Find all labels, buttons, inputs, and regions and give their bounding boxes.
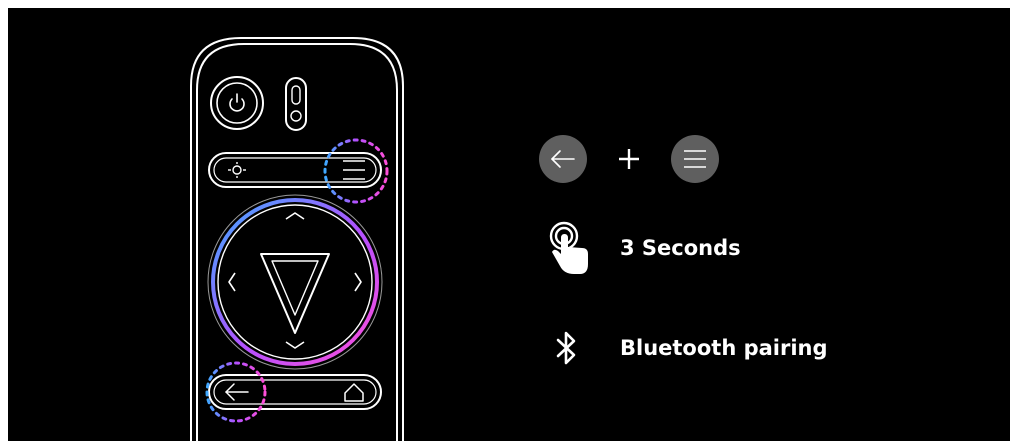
diagram-canvas: 3 Seconds Bluetooth pairing	[8, 8, 1010, 441]
mic-button[interactable]	[285, 77, 307, 131]
bluetooth-pairing-label: Bluetooth pairing	[620, 336, 828, 360]
nav-ring[interactable]	[207, 194, 383, 370]
bluetooth-instruction: Bluetooth pairing	[556, 328, 828, 368]
back-button[interactable]	[539, 135, 587, 183]
hold-instruction: 3 Seconds	[548, 220, 741, 276]
plus-icon	[587, 148, 671, 170]
home-icon[interactable]	[344, 383, 364, 402]
menu-button[interactable]	[671, 135, 719, 183]
chevron-down-icon[interactable]	[285, 341, 305, 349]
remote-menu-icon[interactable]	[343, 160, 365, 180]
power-icon	[229, 93, 245, 112]
brightness-icon[interactable]	[228, 162, 246, 178]
button-combination	[539, 135, 719, 183]
remote-control	[190, 37, 404, 441]
arrow-left-icon	[551, 150, 575, 168]
menu-lines-icon	[684, 150, 706, 168]
chevron-up-icon[interactable]	[285, 212, 305, 220]
remote-back-icon[interactable]	[225, 383, 249, 401]
power-button[interactable]	[210, 76, 264, 130]
finger-press-icon	[549, 221, 588, 274]
menu-highlight-ring	[323, 138, 389, 204]
center-select-button[interactable]	[260, 253, 330, 334]
chevron-right-icon[interactable]	[354, 272, 362, 292]
hold-duration-label: 3 Seconds	[620, 236, 741, 260]
chevron-left-icon[interactable]	[228, 272, 236, 292]
mic-icon	[290, 85, 302, 122]
bluetooth-icon	[556, 331, 576, 365]
